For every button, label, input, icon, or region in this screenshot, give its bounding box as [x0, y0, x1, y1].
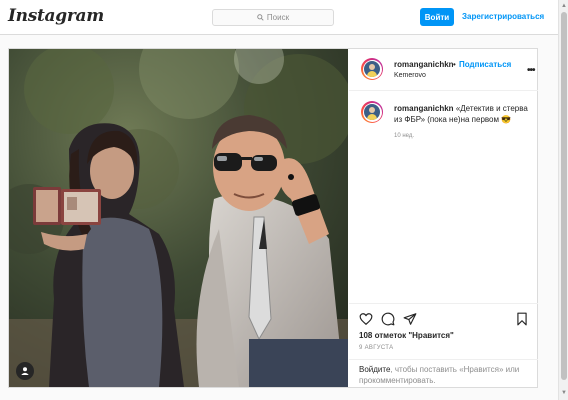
post-author-link[interactable]: romanganichkn [394, 60, 454, 69]
post-card: romanganichkn • Подписаться Kemerovo •••… [8, 48, 538, 388]
heart-icon[interactable] [359, 312, 373, 326]
likes-count[interactable]: 108 отметок "Нравится" [359, 331, 454, 340]
page-scrollbar[interactable]: ▲ ▼ [558, 0, 568, 400]
search-icon [257, 14, 264, 21]
top-navigation-bar: Instagram Поиск Войти Зарегистрироваться [0, 0, 558, 35]
search-placeholder: Поиск [266, 13, 290, 22]
post-sidebar: romanganichkn • Подписаться Kemerovo •••… [349, 49, 538, 387]
login-button[interactable]: Войти [420, 8, 454, 26]
send-icon[interactable] [403, 312, 417, 326]
bookmark-icon[interactable] [515, 312, 529, 326]
comment-icon[interactable] [381, 312, 395, 326]
instagram-logo[interactable]: Instagram [8, 6, 104, 26]
register-link[interactable]: Зарегистрироваться [462, 12, 544, 21]
separator-dot: • [453, 60, 456, 69]
scroll-up-icon[interactable]: ▲ [561, 3, 567, 9]
post-date[interactable]: 9 АВГУСТА [359, 345, 393, 351]
avatar[interactable] [361, 58, 383, 80]
location-link[interactable]: Kemerovo [394, 72, 426, 79]
person-glyph-icon [21, 367, 29, 375]
user-tag-icon[interactable] [16, 362, 34, 380]
more-options-icon[interactable]: ••• [527, 65, 535, 76]
caption-timestamp: 10 нед. [394, 133, 415, 139]
login-prompt: Войдите, чтобы поставить «Нравится» или … [349, 359, 538, 388]
caption-avatar[interactable] [361, 101, 383, 123]
login-link[interactable]: Войдите [359, 365, 390, 374]
photo-illustration [9, 49, 348, 387]
follow-button[interactable]: Подписаться [459, 60, 511, 69]
post-caption: romanganichkn «Детектив и стерва из ФБР»… [394, 103, 532, 125]
post-header: romanganichkn • Подписаться Kemerovo ••• [349, 49, 538, 91]
post-photo[interactable] [9, 49, 348, 387]
post-actions-section: 108 отметок "Нравится" 9 АВГУСТА Войдите… [349, 303, 538, 387]
search-input[interactable]: Поиск [212, 9, 334, 26]
scroll-down-icon[interactable]: ▼ [561, 390, 567, 396]
scrollbar-thumb[interactable] [561, 12, 567, 380]
caption-author-link[interactable]: romanganichkn [394, 104, 454, 113]
